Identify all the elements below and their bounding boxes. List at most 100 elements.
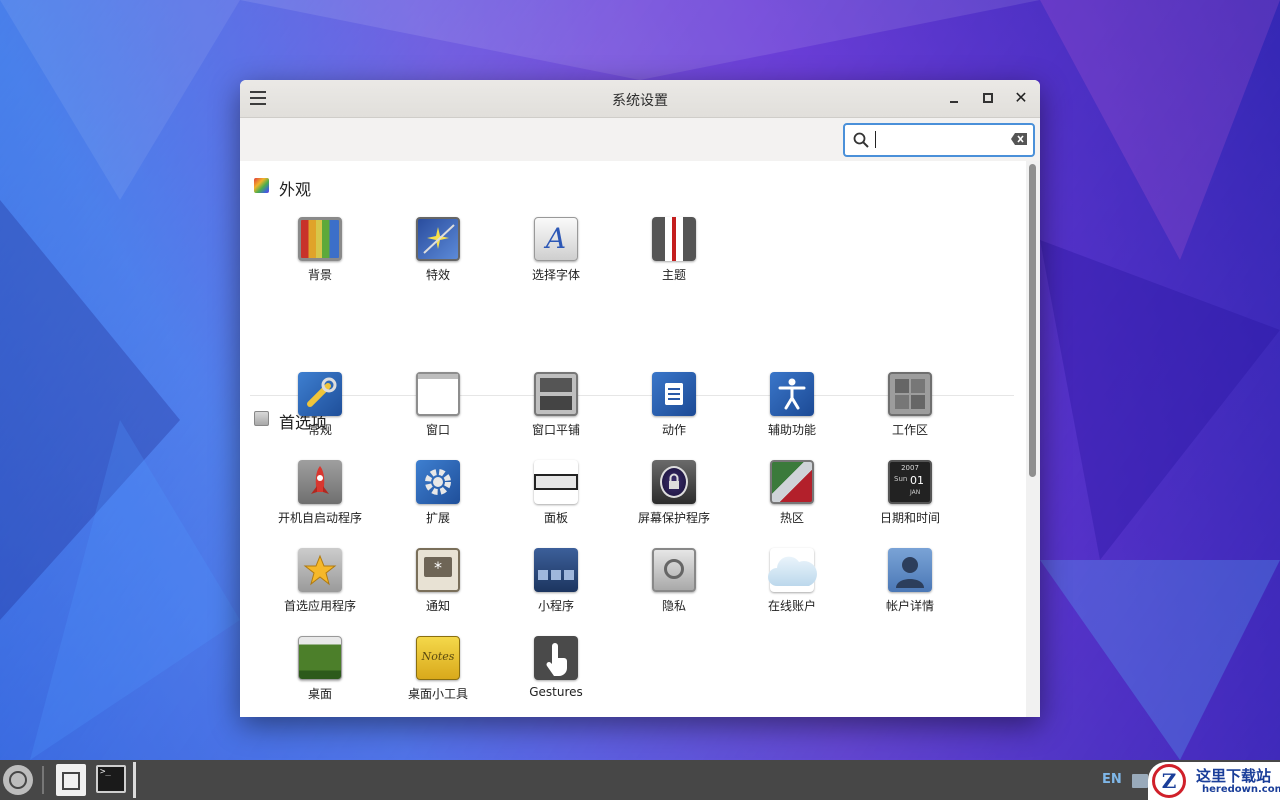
calendar-day-name: Sun [894, 475, 908, 483]
settings-item-applets[interactable]: 小程序 [497, 548, 615, 628]
background-icon [298, 217, 342, 261]
titlebar: 系统设置 ✕ [240, 80, 1040, 118]
calendar-month: JAN [910, 489, 921, 496]
maximize-button[interactable] [978, 88, 998, 108]
panel-icon [534, 460, 578, 504]
settings-item-actions[interactable]: 动作 [615, 372, 733, 452]
item-label: 辅助功能 [767, 423, 816, 437]
settings-item-startup-apps[interactable]: 开机自启动程序 [261, 460, 379, 540]
keyboard-layout-indicator[interactable]: EN [1102, 772, 1122, 787]
settings-item-workspaces[interactable]: 工作区 [851, 372, 969, 452]
item-label: 隐私 [661, 599, 686, 613]
network-icon[interactable] [1132, 774, 1148, 788]
settings-item-hot-corners[interactable]: 热区 [733, 460, 851, 540]
watermark-title: 这里下载站 [1196, 767, 1272, 785]
item-label: 在线账户 [767, 599, 816, 613]
settings-item-online-accounts[interactable]: 在线账户 [733, 548, 851, 628]
screensaver-lock-icon [652, 460, 696, 504]
settings-item-fonts[interactable]: A 选择字体 [497, 217, 615, 297]
item-label: 主题 [661, 268, 686, 282]
settings-item-background[interactable]: 背景 [261, 217, 379, 297]
item-label: 工作区 [891, 423, 928, 437]
item-label: 通知 [425, 599, 450, 613]
active-window-indicator[interactable] [133, 762, 136, 798]
section-title: 外观 [279, 180, 312, 199]
vertical-scrollbar[interactable] [1026, 161, 1040, 717]
watermark: Z 这里下载站 heredown.com [1148, 762, 1280, 800]
minimize-button[interactable] [944, 88, 964, 108]
watermark-url: heredown.com [1202, 784, 1280, 795]
actions-icon [652, 372, 696, 416]
taskbar-separator [42, 766, 44, 794]
item-label: 屏幕保护程序 [637, 511, 710, 525]
notification-icon: * [416, 548, 460, 592]
settings-item-gestures[interactable]: Gestures [497, 636, 615, 716]
wrench-icon [298, 372, 342, 416]
cloud-icon [768, 548, 817, 592]
window-title: 系统设置 [612, 93, 668, 109]
settings-item-effects[interactable]: 特效 [379, 217, 497, 297]
search-box[interactable] [843, 123, 1035, 157]
item-label: 首选应用程序 [283, 599, 356, 613]
item-label: 背景 [307, 268, 332, 282]
settings-item-accessibility[interactable]: 辅助功能 [733, 372, 851, 452]
settings-item-screensaver[interactable]: 屏幕保护程序 [615, 460, 733, 540]
item-label: 常规 [307, 423, 332, 437]
settings-item-date-time[interactable]: 2007 Sun 01 JAN 日期和时间 [851, 460, 969, 540]
file-manager-icon[interactable] [56, 764, 86, 796]
item-label: 窗口平铺 [531, 423, 580, 437]
terminal-icon[interactable]: >_ [96, 765, 126, 793]
item-label: Gestures [529, 685, 583, 699]
item-label: 小程序 [537, 599, 574, 613]
settings-item-themes[interactable]: 主题 [615, 217, 733, 297]
settings-item-extensions[interactable]: 扩展 [379, 460, 497, 540]
hand-pointer-icon [534, 636, 578, 680]
settings-item-window-tiling[interactable]: 窗口平铺 [497, 372, 615, 452]
toolbar [240, 118, 1040, 161]
settings-item-desklets[interactable]: Notes 桌面小工具 [379, 636, 497, 716]
safe-icon [652, 548, 696, 592]
calendar-day: 01 [910, 474, 924, 487]
item-label: 面板 [543, 511, 568, 525]
settings-item-desktop[interactable]: 桌面 [261, 636, 379, 716]
text-caret [875, 131, 876, 148]
settings-content: 外观 背景 特效 A 选择字体 主题 首选项 常规 窗口 窗口平铺 动作 辅助功… [240, 161, 1026, 717]
system-settings-window: 系统设置 ✕ 外观 背景 特效 A 选择字体 主题 首选项 常规 窗口 窗口平铺… [240, 80, 1040, 717]
accessibility-icon [770, 372, 814, 416]
start-menu-icon[interactable] [3, 765, 33, 795]
settings-item-notifications[interactable]: * 通知 [379, 548, 497, 628]
window-tiling-icon [534, 372, 578, 416]
calendar-year: 2007 [901, 464, 919, 472]
search-input[interactable] [875, 130, 999, 150]
applets-icon [534, 548, 578, 592]
item-label: 动作 [661, 423, 686, 437]
desktop-icon [298, 636, 342, 680]
item-label: 扩展 [425, 511, 450, 525]
item-label: 选择字体 [531, 268, 580, 282]
star-icon [298, 548, 342, 592]
item-label: 开机自启动程序 [277, 511, 362, 525]
desklet-notes-icon: Notes [416, 636, 460, 680]
settings-item-preferred-apps[interactable]: 首选应用程序 [261, 548, 379, 628]
settings-item-panel[interactable]: 面板 [497, 460, 615, 540]
settings-item-privacy[interactable]: 隐私 [615, 548, 733, 628]
taskbar: >_ EN [0, 760, 1280, 800]
effects-icon [416, 217, 460, 261]
settings-item-account-details[interactable]: 帐户详情 [851, 548, 969, 628]
rocket-icon [298, 460, 342, 504]
item-label: 特效 [425, 268, 450, 282]
item-label: 桌面小工具 [407, 687, 468, 701]
close-button[interactable]: ✕ [1011, 88, 1031, 108]
settings-item-general[interactable]: 常规 [261, 372, 379, 452]
item-label: 帐户详情 [885, 599, 934, 613]
user-icon [888, 548, 932, 592]
gear-icon [416, 460, 460, 504]
item-label: 热区 [779, 511, 804, 525]
settings-item-windows[interactable]: 窗口 [379, 372, 497, 452]
scrollbar-thumb[interactable] [1029, 164, 1036, 477]
theme-suit-icon [652, 217, 696, 261]
font-icon: A [534, 217, 578, 261]
appearance-icon [254, 178, 269, 193]
clear-search-icon[interactable] [1011, 133, 1027, 145]
hot-corners-icon [770, 460, 814, 504]
